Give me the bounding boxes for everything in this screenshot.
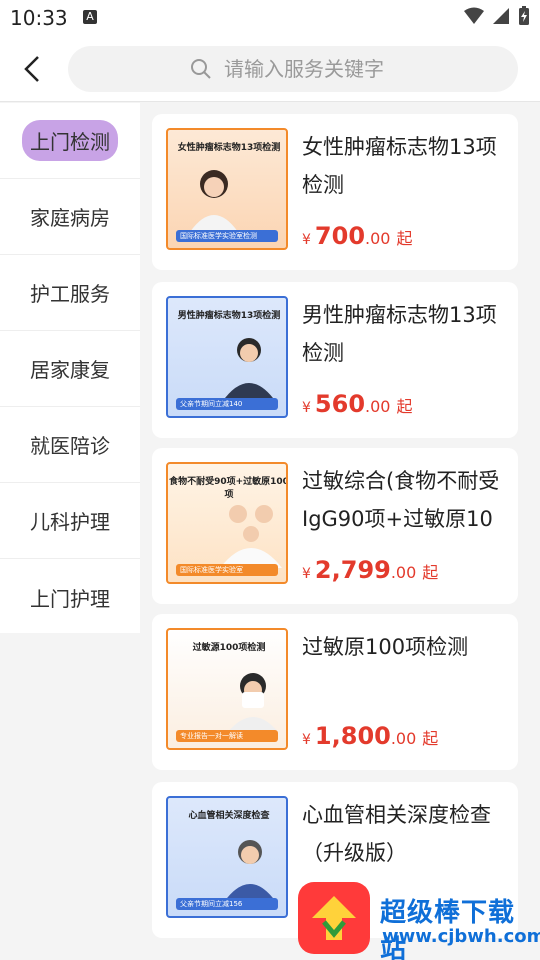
- person-illustration: [228, 673, 278, 732]
- thumbnail-tag: 父亲节期间立减156: [176, 898, 278, 910]
- product-thumbnail: 食物不耐受90项+过敏原100项 国际标准医学实验室: [166, 462, 288, 584]
- thumbnail-heading: 女性肿瘤标志物13项检测: [177, 143, 281, 153]
- price-suffix: 起: [396, 229, 413, 248]
- price-currency: ¥: [302, 232, 311, 248]
- sidebar-item-home-ward[interactable]: 家庭病房: [0, 179, 140, 255]
- battery-icon: [519, 6, 529, 25]
- signal-icon: [493, 8, 509, 24]
- price-decimal: .00: [365, 229, 391, 248]
- price-integer: 1,800: [314, 722, 391, 750]
- product-thumbnail: 过敏源100项检测 专业报告一对一解读: [166, 628, 288, 750]
- download-logo-icon: [312, 896, 356, 940]
- price-currency: ¥: [302, 566, 311, 582]
- family-illustration: [220, 505, 282, 568]
- thumbnail-heading: 食物不耐受90项+过敏原100项: [169, 477, 288, 500]
- product-title: 心血管相关深度检查（升级版）: [302, 803, 491, 865]
- price-suffix: 起: [422, 729, 439, 748]
- search-icon: [191, 59, 211, 79]
- product-price: ¥ 700 .00 起: [302, 222, 413, 250]
- product-thumbnail: 心血管相关深度检查 父亲节期间立减156: [166, 796, 288, 918]
- wifi-icon: [464, 7, 484, 24]
- sidebar-item-label: 上门检测: [22, 120, 118, 161]
- price-suffix: 起: [422, 563, 439, 582]
- sidebar-item-home-nursing[interactable]: 上门护理: [0, 559, 140, 635]
- thumbnail-tag: 国际标准医学实验室检测: [176, 230, 278, 242]
- person-illustration: [190, 170, 238, 232]
- price-suffix: 起: [396, 397, 413, 416]
- thumbnail-tag: 专业报告一对一解读: [176, 730, 278, 742]
- notification-icon: A: [83, 10, 97, 24]
- person-illustration: [222, 338, 276, 402]
- sidebar-item-label: 上门护理: [30, 586, 110, 611]
- sidebar-item-home-rehab[interactable]: 居家康复: [0, 331, 140, 407]
- product-card[interactable]: 食物不耐受90项+过敏原100项 国际标准医学实验室 过敏综合(食物不耐受IgG…: [152, 448, 518, 604]
- header: [0, 36, 540, 102]
- price-integer: 560: [314, 390, 366, 418]
- sidebar-item-label: 居家康复: [30, 358, 110, 382]
- product-thumbnail: 男性肿瘤标志物13项检测 父亲节期间立减140: [166, 296, 288, 418]
- sidebar-item-label: 儿科护理: [30, 510, 110, 534]
- status-bar: 10:33 A: [0, 0, 540, 36]
- product-card[interactable]: 男性肿瘤标志物13项检测 父亲节期间立减140 男性肿瘤标志物13项检测 ¥ 5…: [152, 282, 518, 438]
- price-decimal: .00: [390, 563, 417, 582]
- product-thumbnail: 女性肿瘤标志物13项检测 国际标准医学实验室检测: [166, 128, 288, 250]
- thumbnail-tag: 国际标准医学实验室: [176, 564, 278, 576]
- price-currency: ¥: [302, 400, 311, 416]
- search-input[interactable]: [224, 57, 454, 81]
- sidebar-item-label: 就医陪诊: [30, 434, 110, 458]
- thumbnail-heading: 过敏源100项检测: [192, 643, 266, 653]
- sidebar-item-label: 家庭病房: [30, 206, 110, 230]
- watermark-logo: [298, 882, 370, 954]
- sidebar-item-label: 护工服务: [30, 282, 110, 306]
- status-icons: [464, 6, 530, 26]
- sidebar-item-care-service[interactable]: 护工服务: [0, 255, 140, 331]
- back-button[interactable]: [14, 50, 50, 88]
- status-time: 10:33: [10, 6, 68, 30]
- price-decimal: .00: [390, 729, 417, 748]
- product-price: ¥ 2,799 .00 起: [302, 556, 438, 584]
- price-currency: ¥: [302, 732, 311, 748]
- product-title: 女性肿瘤标志物13项检测: [302, 135, 497, 197]
- product-price: ¥ 560 .00 起: [302, 390, 413, 418]
- product-title: 过敏原100项检测: [302, 635, 469, 659]
- thumbnail-tag: 父亲节期间立减140: [176, 398, 278, 410]
- product-price: ¥ 1,800 .00 起: [302, 722, 438, 750]
- product-card[interactable]: 过敏源100项检测 专业报告一对一解读 过敏原100项检测 ¥ 1,800 .0…: [152, 614, 518, 770]
- sidebar-item-pediatric[interactable]: 儿科护理: [0, 483, 140, 559]
- product-card[interactable]: 女性肿瘤标志物13项检测 国际标准医学实验室检测 女性肿瘤标志物13项检测 ¥ …: [152, 114, 518, 270]
- price-integer: 2,799: [314, 556, 391, 584]
- thumbnail-heading: 男性肿瘤标志物13项检测: [177, 311, 281, 321]
- product-title: 过敏综合(食物不耐受IgG90项+过敏原100项): [302, 469, 500, 531]
- price-decimal: .00: [365, 397, 391, 416]
- watermark-url: www.cjbwh.com: [382, 926, 540, 947]
- search-bar[interactable]: [68, 46, 518, 92]
- sidebar-item-home-testing[interactable]: 上门检测: [0, 103, 140, 179]
- thumbnail-heading: 心血管相关深度检查: [188, 811, 270, 821]
- person-illustration: [224, 840, 276, 902]
- sidebar-item-escort[interactable]: 就医陪诊: [0, 407, 140, 483]
- chevron-left-icon: [24, 56, 39, 82]
- product-title: 男性肿瘤标志物13项检测: [302, 303, 497, 365]
- category-sidebar: 上门检测 家庭病房 护工服务 居家康复 就医陪诊 儿科护理 上门护理: [0, 103, 140, 633]
- price-integer: 700: [314, 222, 366, 250]
